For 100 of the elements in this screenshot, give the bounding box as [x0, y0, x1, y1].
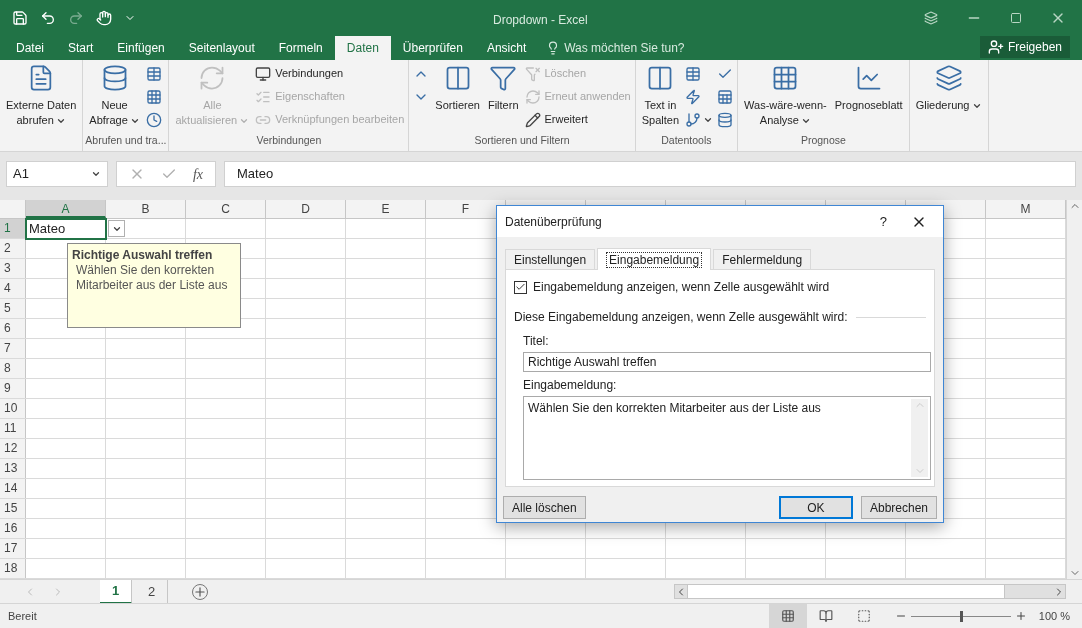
ribbon-button[interactable]: Was-wäre-wenn- Analyse — [740, 60, 831, 128]
dialog-button[interactable]: Alle löschen — [503, 496, 586, 519]
row-header[interactable]: 12 — [0, 439, 26, 458]
page-icon — [818, 609, 833, 623]
ribbon-display-icon[interactable] — [924, 11, 938, 25]
ribbon-button[interactable]: Neue Abfrage — [85, 60, 144, 128]
row-header[interactable]: 11 — [0, 419, 26, 438]
filter-icon — [489, 64, 518, 92]
view-button[interactable] — [768, 604, 807, 628]
horizontal-scrollbar[interactable] — [674, 584, 1066, 599]
row-header[interactable]: 2 — [0, 239, 26, 258]
row-header[interactable]: 1 — [0, 219, 26, 238]
clock-icon — [145, 111, 162, 128]
column-header[interactable]: B — [106, 200, 186, 218]
title-input[interactable]: Richtige Auswahl treffen — [523, 352, 931, 372]
sheet-tab[interactable]: 1 — [100, 579, 132, 604]
ribbon-button[interactable]: Erweitert — [524, 110, 631, 129]
dialog-button[interactable]: Abbrechen — [860, 496, 937, 519]
row-header[interactable]: 10 — [0, 399, 26, 418]
dialog-tab[interactable]: Eingabemeldung — [597, 248, 712, 270]
column-header[interactable]: A — [26, 200, 106, 218]
scrollbar-thumb[interactable] — [687, 585, 1005, 598]
row-header[interactable]: 4 — [0, 279, 26, 298]
check-icon — [515, 281, 526, 293]
dialog-button[interactable]: OK — [778, 496, 853, 519]
page-break-icon — [856, 609, 871, 623]
ribbon-tab[interactable]: Ansicht — [474, 36, 539, 60]
status-text: Bereit — [7, 608, 37, 624]
dialog-tab[interactable]: Fehlermeldung — [713, 249, 812, 269]
sheet-icon — [717, 88, 734, 105]
row-header[interactable]: 5 — [0, 299, 26, 318]
ribbon-button[interactable]: Verbindungen — [255, 64, 405, 83]
row-header[interactable]: 16 — [0, 519, 26, 538]
undo-icon[interactable] — [40, 10, 56, 26]
row-header[interactable]: 15 — [0, 499, 26, 518]
person-add-icon — [987, 39, 1004, 55]
refresh-icon — [524, 88, 541, 105]
row-header[interactable]: 18 — [0, 559, 26, 578]
ribbon-icon-button[interactable] — [145, 110, 162, 129]
layers-icon — [934, 64, 963, 92]
help-button[interactable]: ? — [879, 211, 887, 232]
ribbon-tab[interactable]: Formeln — [266, 36, 335, 60]
row-header[interactable]: 6 — [0, 319, 26, 338]
row-header[interactable]: 9 — [0, 379, 26, 398]
ribbon-icon-button[interactable] — [145, 87, 162, 106]
row-header[interactable]: 7 — [0, 339, 26, 358]
show-message-checkbox[interactable]: Eingabemeldung anzeigen, wenn Zelle ausgewählt wird — [514, 278, 926, 296]
field-label: Titel: — [523, 333, 550, 350]
caret-icon — [91, 169, 101, 179]
database-icon — [717, 111, 734, 128]
ribbon-tab[interactable]: Seitenlayout — [176, 36, 267, 60]
zoom-in-icon[interactable] — [1014, 610, 1027, 622]
save-icon[interactable] — [12, 10, 28, 26]
active-cell[interactable]: Mateo — [25, 218, 107, 240]
touch-icon[interactable] — [96, 10, 112, 26]
tooltip-text: Mitarbeiter aus der Liste aus — [75, 278, 229, 293]
row-header[interactable]: 8 — [0, 359, 26, 378]
row-header[interactable]: 13 — [0, 459, 26, 478]
tooltip-text: Wählen Sie den korrekten — [75, 263, 216, 278]
field-label: Eingabemeldung: — [523, 377, 618, 394]
table-icon — [685, 65, 702, 82]
cell-dropdown-button[interactable] — [108, 220, 125, 237]
pencil-icon — [524, 111, 541, 128]
dialog-title: Datenüberprüfung — [505, 213, 602, 231]
ribbon-icon-button[interactable] — [717, 110, 734, 129]
formula-input[interactable]: Mateo — [224, 161, 1076, 187]
ribbon-tab[interactable]: Start — [56, 36, 106, 60]
maximize-icon[interactable] — [1010, 12, 1022, 24]
ribbon-button[interactable]: Gliederung — [911, 60, 986, 113]
insert-function-button[interactable]: fx — [192, 163, 203, 185]
row-header[interactable]: 17 — [0, 539, 26, 558]
row-header[interactable]: 14 — [0, 479, 26, 498]
ribbon-icon-button[interactable] — [717, 87, 734, 106]
ribbon-group-label: Verbindungen — [255, 133, 323, 149]
zoom-slider[interactable] — [910, 610, 1011, 622]
row-header[interactable]: 3 — [0, 259, 26, 278]
ribbon-tab[interactable]: Einfügen — [105, 36, 177, 60]
column-header[interactable]: D — [266, 200, 346, 218]
ribbon-icon-button[interactable] — [685, 110, 714, 129]
name-box[interactable]: A1 — [6, 161, 108, 187]
ribbon-button[interactable]: Filtern — [483, 60, 523, 113]
ribbon-tab[interactable]: Daten — [334, 36, 391, 60]
ribbon-tab[interactable]: Überprüfen — [390, 36, 475, 60]
ribbon-group-label: Abrufen und tra... — [85, 133, 167, 149]
ribbon-tab[interactable]: Datei — [4, 36, 56, 60]
share-button[interactable]: Freigeben — [979, 36, 1070, 58]
ribbon-button[interactable]: Prognoseblatt — [830, 60, 907, 113]
zoom-thumb[interactable] — [959, 610, 963, 622]
ribbon-button[interactable]: Sortieren — [431, 60, 484, 113]
column-header[interactable]: C — [186, 200, 266, 218]
ribbon-button[interactable]: Text in Spalten — [637, 60, 684, 128]
window-title: Dropdown - Excel — [493, 12, 588, 29]
tell-me-field[interactable]: Was möchten Sie tun? — [564, 39, 705, 57]
ribbon-icon-button[interactable] — [145, 64, 162, 83]
dialog-tab[interactable]: Einstellungen — [505, 249, 596, 269]
monitor-icon — [255, 65, 272, 82]
checkbox[interactable] — [514, 280, 527, 294]
ribbon-group-label: Prognose — [799, 133, 847, 149]
column-header[interactable]: E — [346, 200, 426, 218]
ribbon-button[interactable]: Externe Daten abrufen — [2, 60, 81, 128]
